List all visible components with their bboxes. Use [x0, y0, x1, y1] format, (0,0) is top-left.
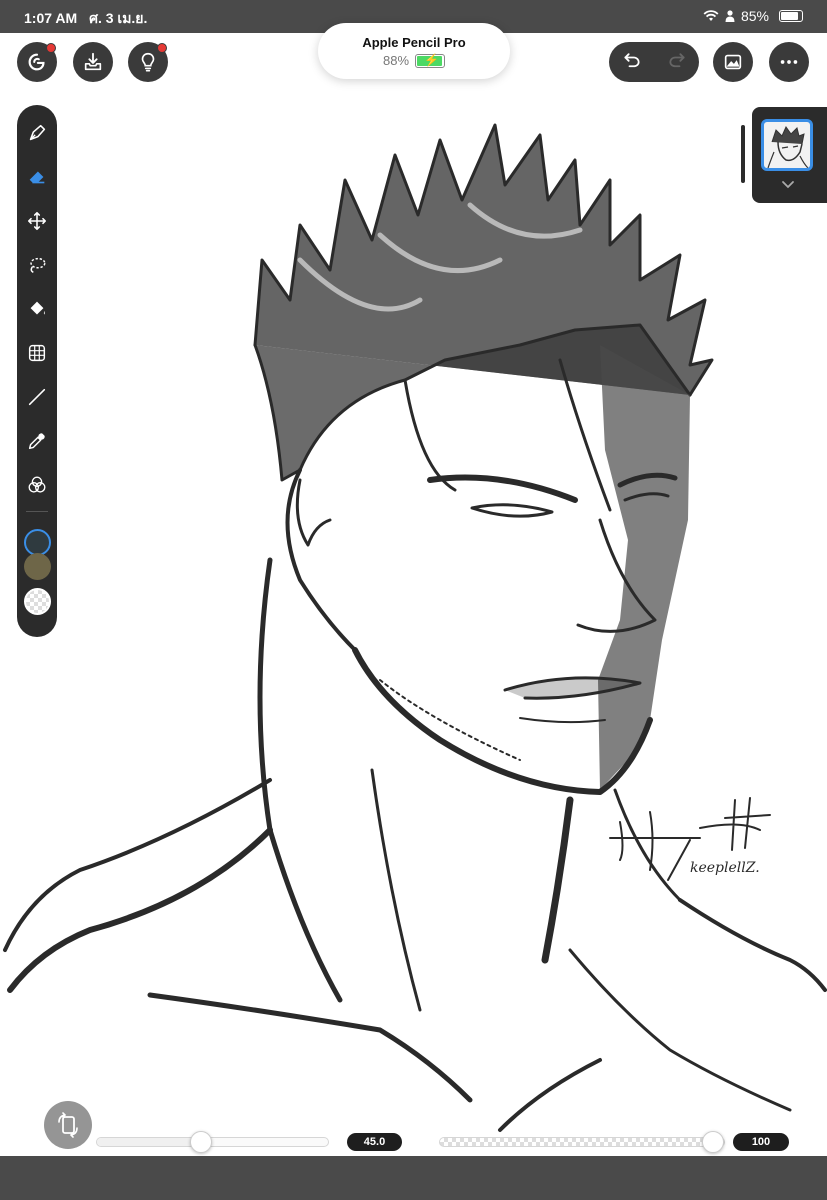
line-tool[interactable]	[25, 385, 49, 409]
layer-thumbnail[interactable]	[761, 119, 813, 171]
chevron-down-icon[interactable]	[780, 177, 796, 193]
transparent-color-swatch[interactable]	[24, 588, 51, 615]
pencil-status-popup: Apple Pencil Pro 88% ⚡	[318, 23, 510, 79]
brush-size-slider[interactable]	[96, 1131, 329, 1153]
more-button[interactable]	[769, 42, 809, 82]
person-icon	[725, 10, 735, 22]
tips-button[interactable]	[128, 42, 168, 82]
flip-canvas-button[interactable]	[44, 1101, 92, 1149]
pencil-name: Apple Pencil Pro	[362, 35, 466, 50]
gallery-button[interactable]	[713, 42, 753, 82]
status-date: ศ. 3 เม.ย.	[89, 10, 148, 26]
eyedropper-tool[interactable]	[25, 429, 49, 453]
tool-sidebar	[17, 105, 57, 637]
artwork-sketch: keeplellZ.	[3, 123, 827, 1132]
pen-nib-icon	[29, 124, 46, 141]
more-icon	[780, 60, 798, 64]
brush-size-fill	[97, 1138, 201, 1146]
undo-button[interactable]	[622, 50, 642, 75]
image-gallery-icon	[724, 54, 742, 70]
layers-panel-handle[interactable]	[741, 125, 745, 183]
move-arrows-icon	[27, 211, 47, 231]
battery-icon	[779, 10, 803, 22]
paint-bucket-icon	[30, 301, 45, 315]
color-mixer-tool[interactable]	[25, 473, 49, 497]
notification-badge	[157, 43, 167, 53]
toolbar-divider	[26, 511, 48, 512]
bottom-bar	[0, 1156, 827, 1200]
charging-battery-icon: ⚡	[415, 53, 446, 68]
grid-icon	[28, 344, 46, 362]
opacity-slider[interactable]	[439, 1131, 725, 1153]
eraser-tool[interactable]	[25, 165, 49, 189]
notification-badge	[46, 43, 56, 53]
brush-size-knob[interactable]	[190, 1131, 212, 1153]
lasso-tool[interactable]	[25, 253, 49, 277]
battery-percent: 85%	[740, 8, 769, 24]
brush-size-value: 45.0	[347, 1133, 402, 1151]
layers-panel	[752, 107, 827, 203]
import-tray-icon	[84, 52, 102, 71]
redo-button[interactable]	[667, 50, 687, 75]
transform-tool[interactable]	[25, 209, 49, 233]
layer-preview-icon	[767, 125, 809, 168]
wifi-icon	[703, 10, 719, 21]
status-indicators: 85%	[703, 8, 803, 24]
eyedropper-icon	[28, 433, 45, 450]
status-time-date: 1:07 AM ศ. 3 เม.ย.	[24, 8, 147, 30]
line-icon	[28, 388, 46, 406]
lightbulb-icon	[141, 52, 155, 72]
opacity-knob[interactable]	[702, 1131, 724, 1153]
primary-color-swatch[interactable]	[24, 529, 51, 556]
app-home-button[interactable]	[17, 42, 57, 82]
pen-tool[interactable]	[25, 121, 49, 145]
status-time: 1:07 AM	[24, 10, 78, 26]
app-logo-icon	[28, 53, 45, 71]
redo-icon	[668, 52, 685, 67]
undo-redo-group	[609, 42, 699, 82]
import-button[interactable]	[73, 42, 113, 82]
color-circles-icon	[28, 476, 46, 493]
flip-canvas-icon	[58, 1112, 78, 1138]
fill-tool[interactable]	[25, 297, 49, 321]
pencil-battery-percent: 88%	[382, 53, 410, 68]
lasso-icon	[30, 257, 46, 273]
opacity-value: 100	[733, 1133, 789, 1151]
signature-text: keeplellZ.	[690, 860, 760, 876]
pencil-battery-row: 88% ⚡	[318, 53, 510, 68]
eraser-icon	[29, 171, 45, 184]
perspective-grid-tool[interactable]	[25, 341, 49, 365]
undo-icon	[623, 52, 640, 67]
secondary-color-swatch[interactable]	[24, 553, 51, 580]
